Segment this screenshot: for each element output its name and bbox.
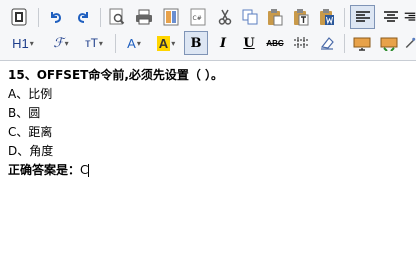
undo-button[interactable] <box>45 5 67 29</box>
option-a: A、比例 <box>8 87 53 101</box>
code-icon: C# <box>190 8 206 26</box>
source-code-button[interactable] <box>8 5 30 29</box>
source-icon <box>11 8 27 26</box>
redo-button[interactable] <box>72 5 94 29</box>
answer-label: 正确答案是： <box>8 163 81 177</box>
align-center-icon <box>384 11 398 22</box>
question-text: 15、OFFSET命令前,必须先设置（ ）。 <box>8 68 224 82</box>
font-family-dropdown[interactable]: ℱ ▾ <box>47 31 75 55</box>
text-cursor <box>88 164 90 177</box>
insert-link-button[interactable] <box>404 31 416 55</box>
scissors-icon <box>218 9 232 25</box>
align-right-button[interactable] <box>404 5 416 29</box>
answer-line: 正确答案是：C <box>8 161 408 180</box>
toolbar-separator <box>344 8 345 27</box>
template-icon <box>163 8 179 26</box>
chevron-down-icon: ▾ <box>171 38 176 48</box>
editor-toolbar: C# H1 ▾ ℱ ▾ тT ▾ A ▾ A ▾ B I U ABC <box>0 0 416 61</box>
copy-icon <box>242 9 258 25</box>
cut-button[interactable] <box>214 5 236 29</box>
heading-dropdown[interactable]: H1 ▾ <box>7 31 39 55</box>
font-size-label: тT <box>85 36 98 50</box>
paste-text-icon <box>294 9 309 26</box>
chevron-down-icon: ▾ <box>98 38 103 48</box>
align-left-icon <box>355 11 370 22</box>
italic-label: I <box>219 35 227 51</box>
insert-code-button[interactable]: C# <box>187 5 209 29</box>
copy-button[interactable] <box>239 5 261 29</box>
redo-icon <box>77 12 88 23</box>
table-icon <box>294 37 308 49</box>
media-icon <box>380 37 398 51</box>
toolbar-separator <box>115 34 116 53</box>
editor-content[interactable]: 15、OFFSET命令前,必须先设置（ ）。 A、比例 B、圆 C、距离 D、角… <box>8 66 408 180</box>
table-button[interactable] <box>290 31 312 55</box>
chevron-down-icon: ▾ <box>136 38 141 48</box>
paste-text-button[interactable] <box>290 5 312 29</box>
option-c: C、距离 <box>8 125 53 139</box>
highlight-color-dropdown[interactable]: A ▾ <box>152 31 180 55</box>
highlight-label: A <box>156 35 171 51</box>
eraser-button[interactable] <box>316 31 338 55</box>
link-icon <box>405 37 416 49</box>
print-button[interactable] <box>133 5 155 29</box>
align-right-icon <box>404 12 416 21</box>
insert-media-button[interactable] <box>378 31 400 55</box>
align-center-button[interactable] <box>380 5 402 29</box>
preview-button[interactable] <box>106 5 128 29</box>
font-color-dropdown[interactable]: A ▾ <box>122 31 146 55</box>
chevron-down-icon: ▾ <box>64 38 69 48</box>
eraser-icon <box>320 37 334 50</box>
svg-text:C#: C# <box>193 15 202 22</box>
font-family-label: ℱ <box>53 35 64 50</box>
bold-button[interactable]: B <box>184 31 208 55</box>
strikethrough-button[interactable]: ABC <box>263 31 287 55</box>
paste-icon <box>268 9 283 26</box>
paste-word-button[interactable] <box>316 5 338 29</box>
align-left-button[interactable] <box>350 5 375 29</box>
insert-image-button[interactable] <box>351 31 373 55</box>
paste-button[interactable] <box>264 5 286 29</box>
strike-label: ABC <box>266 38 284 48</box>
option-d: D、角度 <box>8 144 54 158</box>
font-size-dropdown[interactable]: тT ▾ <box>80 31 108 55</box>
undo-icon <box>51 12 62 23</box>
template-button[interactable] <box>160 5 182 29</box>
bold-label: B <box>190 35 202 51</box>
preview-icon <box>109 8 125 25</box>
print-icon <box>136 9 152 25</box>
font-color-label: A <box>127 35 136 51</box>
toolbar-separator <box>100 8 101 27</box>
answer-value: C <box>80 163 89 177</box>
paste-word-icon <box>320 9 334 25</box>
toolbar-separator <box>38 8 39 27</box>
image-icon <box>353 37 371 51</box>
toolbar-separator <box>344 34 345 53</box>
chevron-down-icon: ▾ <box>29 38 34 48</box>
option-b: B、圆 <box>8 106 41 120</box>
heading-label: H1 <box>12 35 29 51</box>
underline-label: U <box>243 35 255 51</box>
underline-button[interactable]: U <box>238 31 260 55</box>
italic-button[interactable]: I <box>212 31 234 55</box>
